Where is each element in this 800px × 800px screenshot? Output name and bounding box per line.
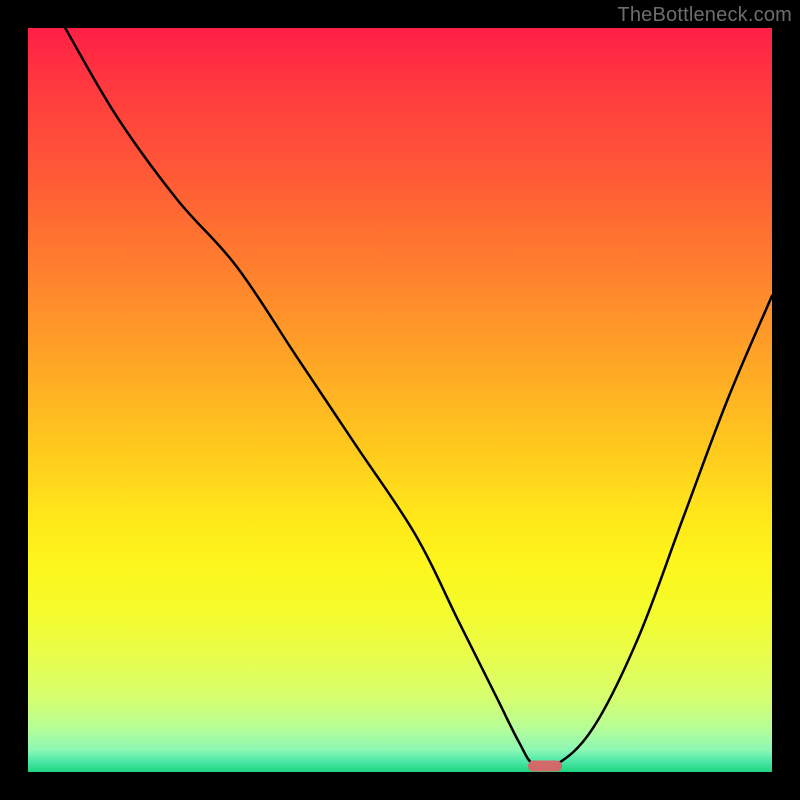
chart-frame: TheBottleneck.com: [0, 0, 800, 800]
curve-path: [65, 28, 772, 769]
chart-plot-area: [28, 28, 772, 772]
watermark-text: TheBottleneck.com: [617, 4, 792, 27]
optimum-marker: [528, 761, 562, 772]
bottleneck-curve: [28, 28, 772, 772]
